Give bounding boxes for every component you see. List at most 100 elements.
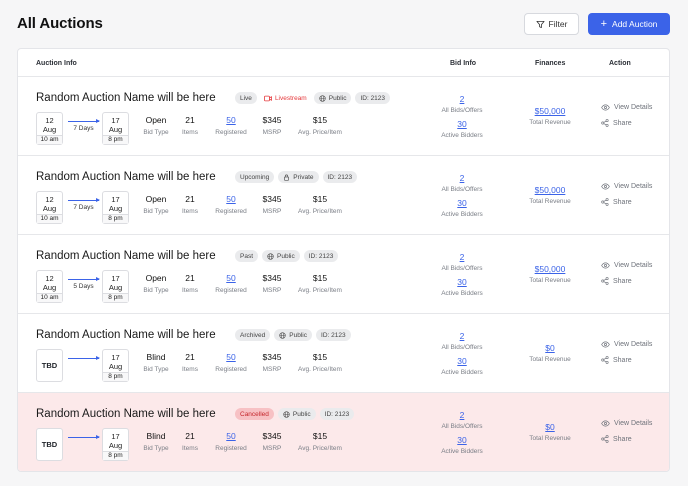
revenue-link[interactable]: $50,000 bbox=[520, 264, 580, 274]
end-month: Aug bbox=[108, 283, 123, 292]
registered-link[interactable]: 50 bbox=[213, 194, 249, 204]
revenue-link[interactable]: $50,000 bbox=[520, 185, 580, 195]
items-stat: 21 Items bbox=[180, 352, 200, 373]
avg-price-label: Avg. Price/Item bbox=[298, 287, 342, 294]
visibility-badge: Private bbox=[278, 171, 319, 183]
view-details-label: View Details bbox=[614, 262, 653, 269]
auction-title[interactable]: Random Auction Name will be here bbox=[36, 408, 216, 420]
active-bidders-link[interactable]: 30 bbox=[430, 198, 494, 208]
view-details-button[interactable]: View Details bbox=[601, 341, 652, 348]
end-day: 17 bbox=[111, 274, 120, 283]
revenue-link[interactable]: $50,000 bbox=[520, 106, 580, 116]
bid-type-value: Open bbox=[145, 194, 167, 204]
start-time: 10 am bbox=[37, 293, 62, 302]
eye-icon bbox=[601, 420, 610, 427]
msrp-label: MSRP bbox=[262, 366, 282, 373]
filter-button[interactable]: Filter bbox=[524, 13, 579, 35]
registered-link[interactable]: 50 bbox=[213, 115, 249, 125]
eye-icon bbox=[601, 183, 610, 190]
msrp-label: MSRP bbox=[262, 287, 282, 294]
revenue-link[interactable]: $0 bbox=[520, 343, 580, 353]
auction-title[interactable]: Random Auction Name will be here bbox=[36, 171, 216, 183]
bids-link[interactable]: 2 bbox=[430, 94, 494, 104]
id-badge: ID: 2123 bbox=[316, 329, 351, 341]
avg-price-stat: $15 Avg. Price/Item bbox=[291, 431, 349, 452]
registered-label: Registered bbox=[215, 445, 247, 452]
avg-price-value: $15 bbox=[312, 194, 328, 204]
revenue-link[interactable]: $0 bbox=[520, 422, 580, 432]
auction-title[interactable]: Random Auction Name will be here bbox=[36, 250, 216, 262]
active-bidders-label: Active Bidders bbox=[441, 132, 483, 139]
registered-link[interactable]: 50 bbox=[213, 431, 249, 441]
view-details-button[interactable]: View Details bbox=[601, 262, 652, 269]
share-button[interactable]: Share bbox=[601, 356, 632, 364]
active-bidders-label: Active Bidders bbox=[441, 290, 483, 297]
visibility-label: Private bbox=[293, 173, 314, 181]
bid-type-label: Bid Type bbox=[143, 445, 169, 452]
share-button[interactable]: Share bbox=[601, 119, 632, 127]
revenue-label: Total Revenue bbox=[529, 198, 571, 205]
active-bidders-stat: 30 Active Bidders bbox=[430, 119, 494, 139]
add-auction-button[interactable]: + Add Auction bbox=[588, 13, 670, 35]
bids-stat: 2 All Bids/Offers bbox=[430, 331, 494, 351]
share-button[interactable]: Share bbox=[601, 198, 632, 206]
bids-stat: 2 All Bids/Offers bbox=[430, 410, 494, 430]
id-badge: ID: 2123 bbox=[319, 408, 355, 420]
revenue-stat: $50,000 Total Revenue bbox=[520, 106, 580, 126]
bids-stat: 2 All Bids/Offers bbox=[430, 94, 494, 114]
bids-label: All Bids/Offers bbox=[441, 186, 483, 193]
msrp-stat: $345 MSRP bbox=[259, 431, 285, 452]
auction-title[interactable]: Random Auction Name will be here bbox=[36, 329, 216, 341]
bid-type-label: Bid Type bbox=[143, 129, 169, 136]
items-label: Items bbox=[182, 129, 198, 136]
auction-title[interactable]: Random Auction Name will be here bbox=[36, 92, 216, 104]
globe-icon bbox=[279, 331, 286, 339]
id-badge: ID: 2123 bbox=[355, 92, 391, 104]
bids-link[interactable]: 2 bbox=[430, 173, 494, 183]
items-stat: 21 Items bbox=[180, 194, 200, 215]
end-day: 17 bbox=[111, 116, 120, 125]
active-bidders-link[interactable]: 30 bbox=[430, 356, 494, 366]
start-day: 12 bbox=[45, 195, 54, 204]
badge-group: Past Public ID: 2123 bbox=[235, 250, 339, 262]
start-date: 12 Aug 10 am bbox=[36, 112, 63, 145]
msrp-label: MSRP bbox=[262, 445, 282, 452]
msrp-stat: $345 MSRP bbox=[259, 273, 285, 294]
active-bidders-link[interactable]: 30 bbox=[430, 277, 494, 287]
end-month: Aug bbox=[108, 125, 123, 134]
share-label: Share bbox=[613, 435, 632, 443]
badge-group: Archived Public ID: 2123 bbox=[235, 329, 351, 341]
registered-label: Registered bbox=[215, 287, 247, 294]
active-bidders-link[interactable]: 30 bbox=[430, 119, 494, 129]
visibility-badge: Public bbox=[277, 408, 316, 420]
column-bid-info: Bid Info bbox=[450, 60, 477, 67]
plus-icon: + bbox=[600, 17, 608, 30]
end-time: 8 pm bbox=[103, 135, 128, 144]
avg-price-label: Avg. Price/Item bbox=[298, 129, 342, 136]
registered-link[interactable]: 50 bbox=[213, 273, 249, 283]
table-row: Random Auction Name will be here Archive… bbox=[18, 314, 669, 393]
bid-type-value: Open bbox=[145, 273, 167, 283]
view-details-button[interactable]: View Details bbox=[601, 183, 652, 190]
registered-stat: 50 Registered bbox=[213, 431, 249, 452]
column-action: Action bbox=[609, 60, 631, 67]
view-details-button[interactable]: View Details bbox=[601, 420, 652, 427]
bids-link[interactable]: 2 bbox=[430, 410, 494, 420]
items-label: Items bbox=[182, 287, 198, 294]
avg-price-label: Avg. Price/Item bbox=[298, 208, 342, 215]
globe-icon bbox=[267, 252, 274, 260]
items-label: Items bbox=[182, 366, 198, 373]
registered-link[interactable]: 50 bbox=[213, 352, 249, 362]
msrp-value: $345 bbox=[262, 273, 282, 283]
share-button[interactable]: Share bbox=[601, 435, 632, 443]
active-bidders-link[interactable]: 30 bbox=[430, 435, 494, 445]
filter-icon bbox=[536, 20, 545, 28]
items-stat: 21 Items bbox=[180, 273, 200, 294]
view-details-button[interactable]: View Details bbox=[601, 104, 652, 111]
start-month: Aug bbox=[42, 283, 57, 292]
bids-link[interactable]: 2 bbox=[430, 252, 494, 262]
bids-link[interactable]: 2 bbox=[430, 331, 494, 341]
share-button[interactable]: Share bbox=[601, 277, 632, 285]
status-badge: Upcoming bbox=[235, 171, 275, 183]
start-time: 10 am bbox=[37, 214, 62, 223]
